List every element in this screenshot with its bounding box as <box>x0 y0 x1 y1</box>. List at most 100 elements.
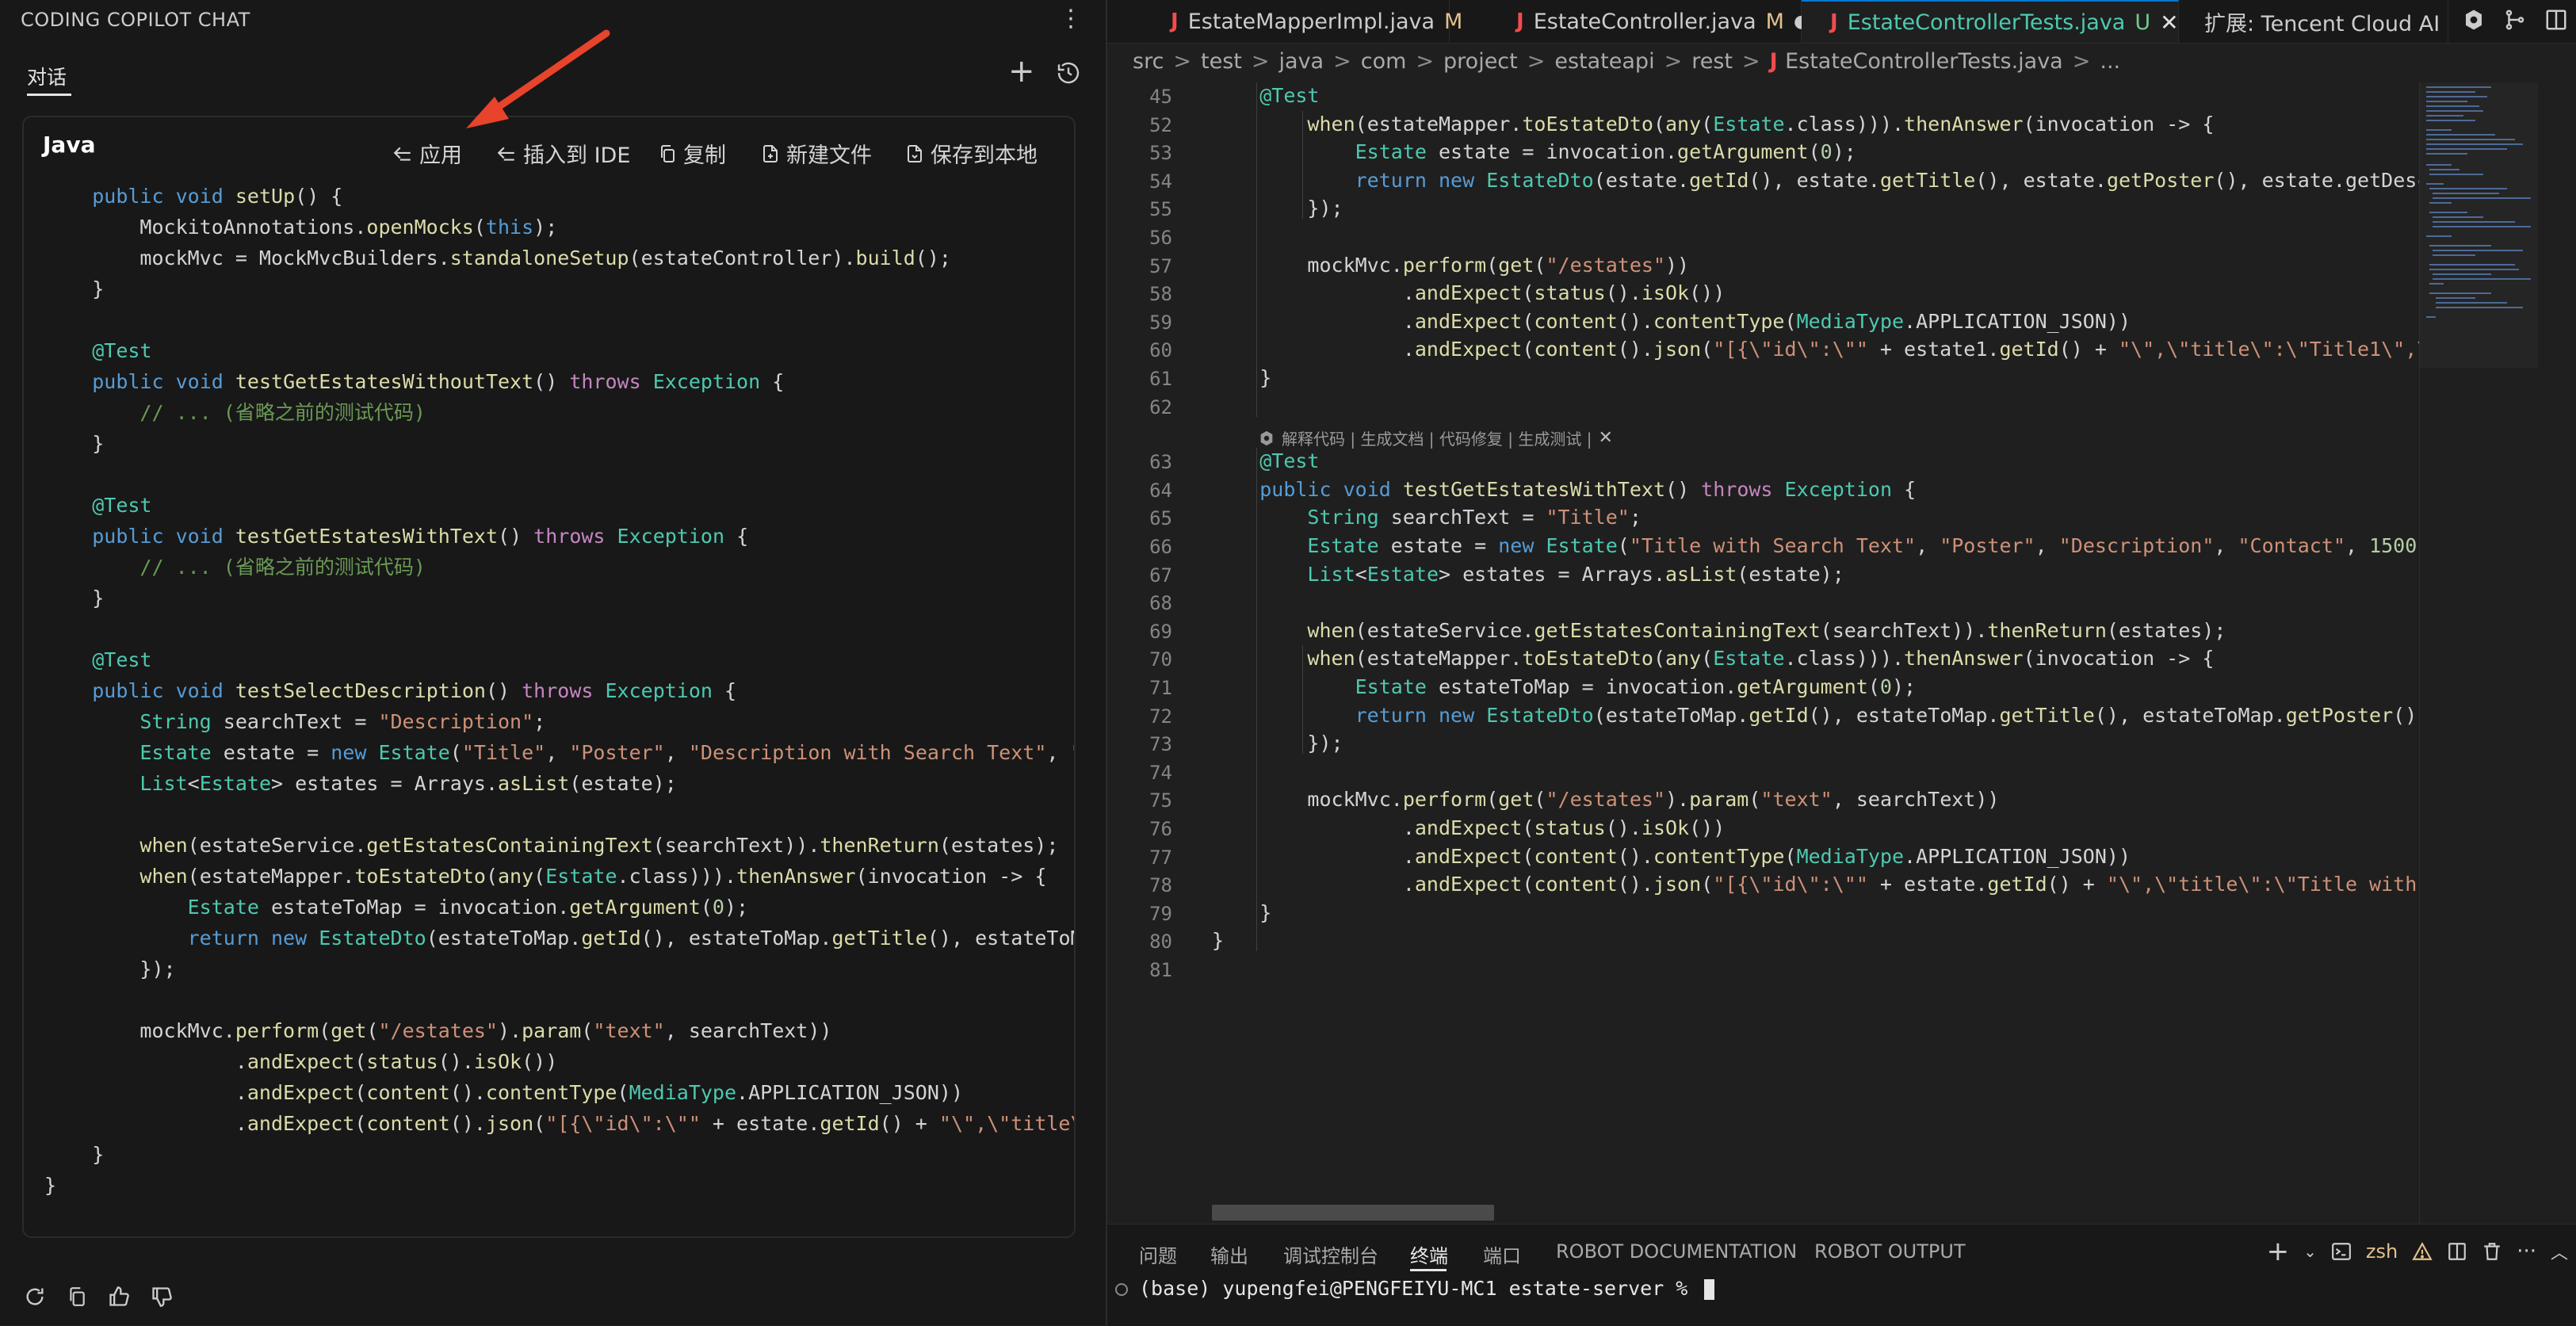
tab-estate-controller[interactable]: J EstateController.java M ● <box>1450 0 1809 43</box>
copy-message-icon[interactable] <box>67 1286 87 1308</box>
panel-tab-robot-documentation[interactable]: ROBOT DOCUMENTATION <box>1556 1240 1797 1263</box>
source-control-icon[interactable] <box>2503 8 2527 32</box>
line-number: 71 <box>1149 677 1172 699</box>
editor-line: .andExpect(status().isOk()) <box>1212 281 1726 305</box>
code-line: } <box>44 1174 57 1197</box>
editor-line: }); <box>1212 732 1343 755</box>
editor-line: .andExpect(content().contentType(MediaTy… <box>1212 844 2131 868</box>
tab-estate-mapper-impl[interactable]: J EstateMapperImpl.java M <box>1107 0 1462 43</box>
line-number: 57 <box>1149 254 1172 277</box>
tab-estate-controller-tests[interactable]: J EstateControllerTests.java U ✕ <box>1802 0 2179 43</box>
line-number: 62 <box>1149 396 1172 418</box>
copilot-small-icon <box>1260 430 1273 445</box>
code-line: Estate estateToMap = invocation.getArgum… <box>187 896 749 919</box>
copy-button[interactable]: 复制 <box>658 138 726 169</box>
code-card: Java 应用 插入到 IDE 复制 新建文件 保存到本地 public voi… <box>22 116 1076 1238</box>
warning-icon[interactable] <box>2412 1241 2433 1262</box>
breadcrumb-separator: > <box>2072 49 2091 74</box>
codelens-text[interactable]: 解释代码 | 生成文档 | 代码修复 | 生成测试 | <box>1282 426 1592 449</box>
editor-line: .andExpect(status().isOk()) <box>1212 816 1726 839</box>
tab-dialog[interactable]: 对话 <box>27 62 67 90</box>
breadcrumb-item[interactable]: ... <box>2100 49 2120 74</box>
line-number: 68 <box>1149 592 1172 615</box>
thumbs-up-icon[interactable] <box>108 1286 130 1308</box>
line-number: 77 <box>1149 846 1172 869</box>
breadcrumb-separator: > <box>1333 49 1351 74</box>
indent-guide <box>1302 645 1303 755</box>
codelens-actions: 解释代码 | 生成文档 | 代码修复 | 生成测试 | ✕ <box>1258 426 1613 449</box>
tab-label: EstateController.java <box>1533 9 1756 34</box>
line-number: 61 <box>1149 368 1172 390</box>
close-icon[interactable]: ✕ <box>2160 10 2178 36</box>
breadcrumb-item[interactable]: test <box>1201 49 1242 74</box>
indent-guide <box>1256 448 1257 952</box>
history-icon[interactable] <box>1056 60 1081 86</box>
breadcrumb-item[interactable]: java <box>1279 49 1324 74</box>
editor-line: Estate estateToMap = invocation.getArgum… <box>1355 675 1917 698</box>
tab-extension-tencent[interactable]: 扩展: Tencent Cloud AI <box>2179 0 2448 43</box>
panel-tab-output[interactable]: 输出 <box>1210 1240 1248 1268</box>
regenerate-icon[interactable] <box>24 1286 46 1308</box>
breadcrumb-item[interactable]: project <box>1443 49 1518 74</box>
copilot-icon[interactable] <box>2462 8 2486 32</box>
chevron-down-icon[interactable]: ⌄ <box>2303 1242 2317 1261</box>
split-terminal-icon[interactable] <box>2447 1241 2467 1262</box>
insert-icon <box>497 147 514 161</box>
shell-name[interactable]: zsh <box>2366 1240 2398 1263</box>
code-line: mockMvc = MockMvcBuilders.standaloneSetu… <box>44 246 951 269</box>
breadcrumb-item[interactable]: src <box>1133 49 1164 74</box>
panel-tab-terminal[interactable]: 终端 <box>1410 1240 1448 1268</box>
line-number: 78 <box>1149 874 1172 897</box>
minimap-viewport[interactable] <box>2419 82 2538 368</box>
line-number: 59 <box>1149 311 1172 334</box>
trash-icon[interactable] <box>2482 1241 2502 1262</box>
new-chat-plus-icon[interactable]: + <box>1008 55 1035 87</box>
more-icon[interactable]: ⋮ <box>1059 5 1083 32</box>
new-terminal-plus-icon[interactable]: + <box>2267 1236 2290 1267</box>
thumbs-down-icon[interactable] <box>151 1286 173 1308</box>
bottom-panel: 问题 输出 调试控制台 终端 端口 ROBOT DOCUMENTATION RO… <box>1107 1224 2576 1326</box>
apply-button[interactable]: 应用 <box>392 138 462 169</box>
save-local-button[interactable]: 保存到本地 <box>905 138 1038 169</box>
more-actions-icon[interactable]: ··· <box>2517 1240 2536 1263</box>
horizontal-scrollbar[interactable] <box>1212 1205 1494 1221</box>
panel-tab-robot-output[interactable]: ROBOT OUTPUT <box>1814 1240 1966 1263</box>
code-line: } <box>44 587 105 610</box>
line-number: 53 <box>1149 142 1172 165</box>
message-actions <box>24 1286 173 1308</box>
code-line: Estate estate = new Estate("Title", "Pos… <box>140 741 1074 764</box>
code-editor[interactable]: 45 @Test 52 when(estateMapper.toEstateDto… <box>1107 82 2419 1224</box>
split-editor-icon[interactable] <box>2544 8 2568 32</box>
panel-tab-debug-console[interactable]: 调试控制台 <box>1283 1240 1378 1268</box>
copy-icon <box>661 144 675 162</box>
code-line: .andExpect(content().json("[{\"id\":\"" … <box>44 1112 1074 1135</box>
new-file-label: 新建文件 <box>786 143 872 168</box>
editor-line: mockMvc.perform(get("/estates").param("t… <box>1212 788 2000 812</box>
new-file-button[interactable]: 新建文件 <box>761 138 872 169</box>
code-line: String searchText = "Description"; <box>140 710 546 733</box>
line-number: 76 <box>1149 818 1172 840</box>
annotation-arrow <box>466 29 610 128</box>
terminal-status-dot <box>1115 1283 1128 1296</box>
editor-line: .andExpect(content().contentType(MediaTy… <box>1212 309 2131 333</box>
breadcrumb-item[interactable]: EstateControllerTests.java <box>1785 49 2063 74</box>
breadcrumb-item[interactable]: estateapi <box>1554 49 1654 74</box>
panel-tab-ports[interactable]: 端口 <box>1483 1240 1521 1268</box>
terminal-output[interactable]: (base) yupengfei@PENGFEIYU-MC1 estate-se… <box>1115 1277 1715 1300</box>
line-number: 81 <box>1149 959 1172 981</box>
insert-to-ide-button[interactable]: 插入到 IDE <box>496 138 630 169</box>
code-line: MockitoAnnotations.openMocks(this); <box>44 216 558 239</box>
tab-label: EstateControllerTests.java <box>1847 10 2126 35</box>
code-line: } <box>44 1143 105 1166</box>
breadcrumb-item[interactable]: com <box>1361 49 1407 74</box>
codelens-close-icon[interactable]: ✕ <box>1598 428 1612 448</box>
code-line: public void testGetEstatesWithoutText() … <box>92 370 785 393</box>
breadcrumb-item[interactable]: rest <box>1691 49 1733 74</box>
maximize-panel-icon[interactable]: ︿ <box>2551 1239 2568 1264</box>
panel-tab-problems[interactable]: 问题 <box>1139 1240 1177 1268</box>
code-line: public void setUp() { <box>92 185 343 208</box>
code-line: }); <box>44 957 176 980</box>
java-file-icon: J <box>1516 10 1524 33</box>
editor-line: @Test <box>1259 84 1320 107</box>
insert-label: 插入到 IDE <box>523 143 631 168</box>
